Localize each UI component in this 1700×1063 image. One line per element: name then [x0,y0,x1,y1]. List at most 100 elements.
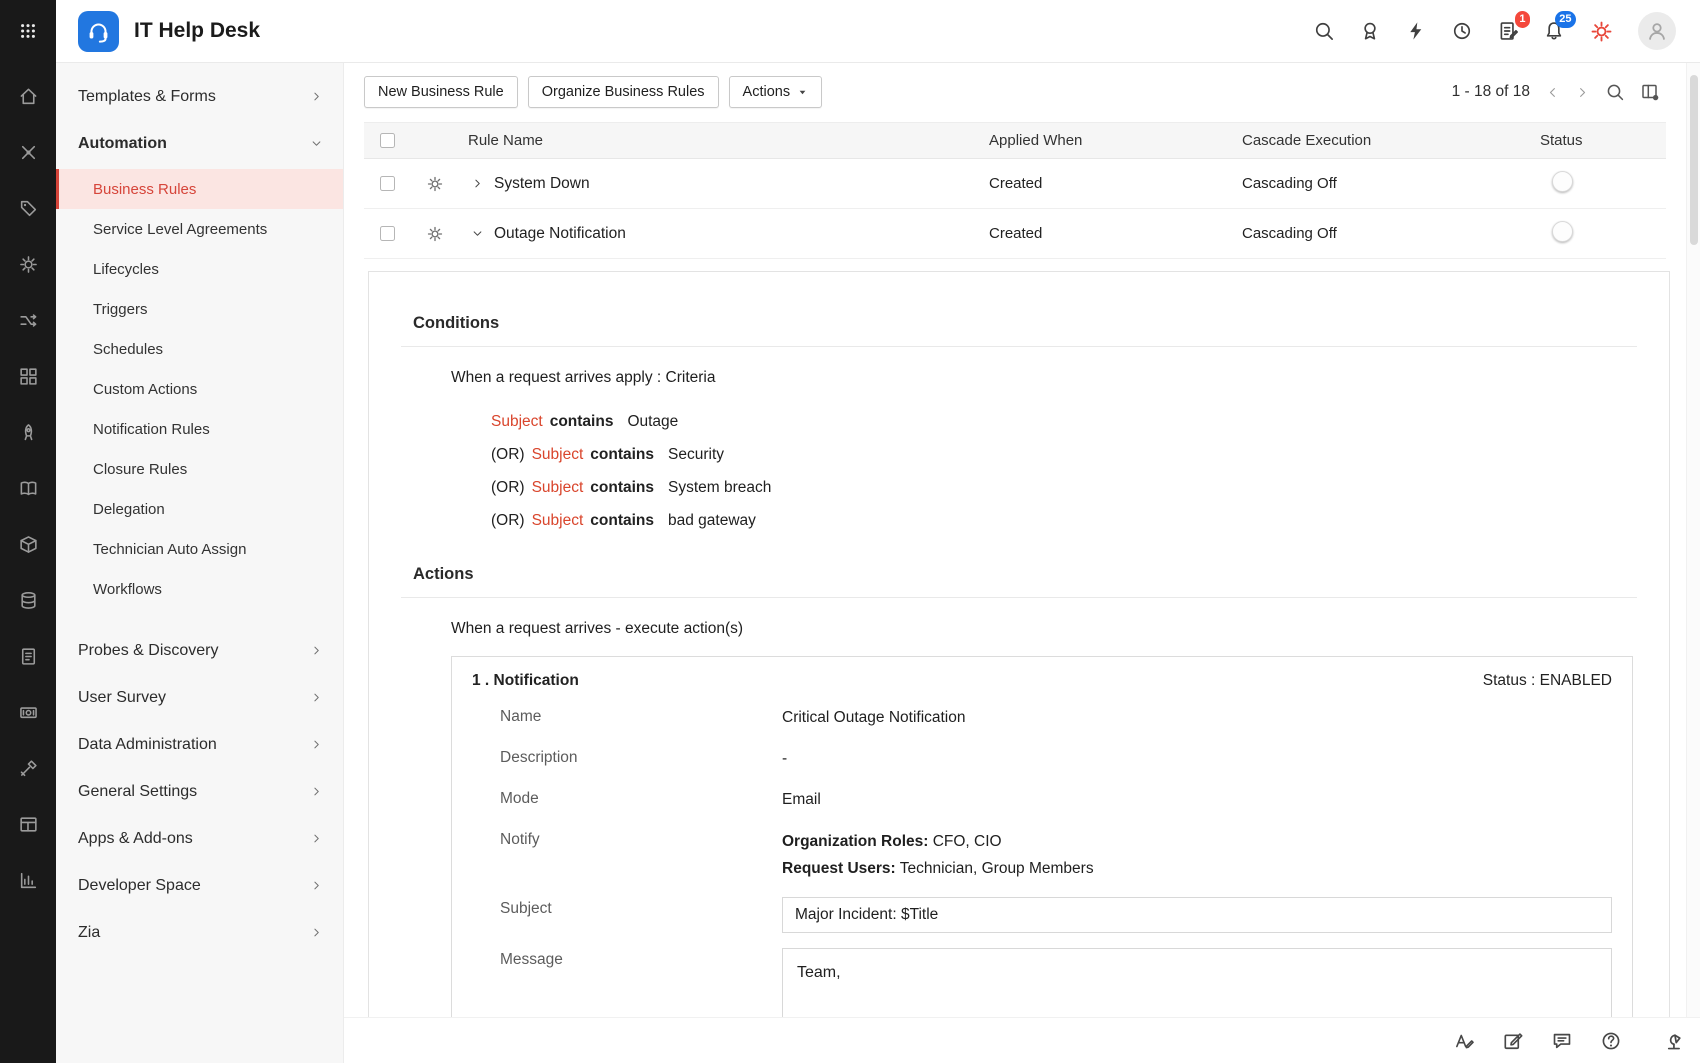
sidebar-group-user-survey[interactable]: User Survey [56,674,343,721]
design-icon[interactable] [0,124,56,180]
rule-name[interactable]: Outage Notification [494,225,989,243]
apps-grid-icon[interactable] [0,0,56,62]
app-logo-icon[interactable] [78,11,119,52]
pagination: 1 - 18 of 18 [1452,82,1660,102]
select-all-checkbox[interactable] [380,133,395,148]
brand: IT Help Desk [78,11,260,52]
condition-value: Outage [627,413,678,430]
conditions-title: Conditions [413,314,1639,333]
search-icon[interactable] [1313,20,1335,42]
history-icon[interactable] [1451,20,1473,42]
reports-icon[interactable] [0,852,56,908]
whats-new-icon[interactable] [1359,20,1381,42]
sidebar-group-zia[interactable]: Zia [56,909,343,956]
table-row[interactable]: System Down Created Cascading Off [364,159,1666,209]
sidebar-group-probes-discovery[interactable]: Probes & Discovery [56,627,343,674]
list-search-icon[interactable] [1605,82,1625,102]
sidebar-group-label: Apps & Add-ons [78,830,193,848]
sidebar-item-label: Service Level Agreements [93,221,267,238]
edit-icon[interactable] [1453,1030,1475,1052]
sidebar-item-service-level-agreements[interactable]: Service Level Agreements [56,209,343,249]
topbar-icons: 1 25 [1313,12,1676,50]
billing-icon[interactable] [0,628,56,684]
tools-icon[interactable] [0,740,56,796]
knowledge-icon[interactable] [0,460,56,516]
sidebar-item-notification-rules[interactable]: Notification Rules [56,409,343,449]
sidebar-item-schedules[interactable]: Schedules [56,329,343,369]
vertical-scrollbar[interactable] [1686,63,1700,1017]
modules-icon[interactable] [0,348,56,404]
rule-settings-icon[interactable] [426,175,444,193]
layout-icon[interactable] [0,796,56,852]
home-icon[interactable] [0,68,56,124]
condition-field-link[interactable]: Subject [532,512,584,529]
launch-icon[interactable] [0,404,56,460]
condition-row: (OR)SubjectcontainsSystem breach [491,471,1639,504]
sidebar-item-closure-rules[interactable]: Closure Rules [56,449,343,489]
divider [401,346,1637,347]
rule-settings-icon[interactable] [426,225,444,243]
scrollbar-thumb[interactable] [1690,75,1698,245]
quick-actions-icon[interactable] [1405,20,1427,42]
sidebar-item-technician-auto-assign[interactable]: Technician Auto Assign [56,529,343,569]
col-applied-when[interactable]: Applied When [989,132,1242,149]
col-rule-name[interactable]: Rule Name [410,132,989,149]
sidebar-item-delegation[interactable]: Delegation [56,489,343,529]
collapse-chevron-down-icon[interactable] [471,227,484,240]
rule-name[interactable]: System Down [494,175,989,193]
column-settings-icon[interactable] [1640,82,1660,102]
table-row[interactable]: Outage Notification Created Cascading Of… [364,209,1666,259]
app-window: IT Help Desk 1 25 [0,0,1700,1063]
help-icon[interactable] [1600,1030,1622,1052]
sidebar-item-lifecycles[interactable]: Lifecycles [56,249,343,289]
sidebar-item-label: Workflows [93,581,162,598]
condition-field-link[interactable]: Subject [532,446,584,463]
next-page-icon[interactable] [1575,85,1590,100]
sidebar-item-custom-actions[interactable]: Custom Actions [56,369,343,409]
settings-gear-icon[interactable] [1589,19,1614,44]
sidebar-group-templates-forms[interactable]: Templates & Forms [56,73,343,120]
sidebar-group-automation[interactable]: Automation [56,120,343,167]
sidebar-group-data-administration[interactable]: Data Administration [56,721,343,768]
subject-input[interactable]: Major Incident: $Title [782,897,1612,933]
notification-fields: NameCritical Outage NotificationDescript… [472,705,1612,813]
approvals-icon[interactable]: 1 [1497,20,1519,42]
condition-field-link[interactable]: Subject [491,413,543,430]
sidebar-item-triggers[interactable]: Triggers [56,289,343,329]
actions-dropdown-button[interactable]: Actions [729,76,823,108]
pagination-text: 1 - 18 of 18 [1452,83,1530,101]
cash-icon[interactable] [0,684,56,740]
notification-heading: 1 . Notification [472,672,579,690]
condition-value: System breach [668,479,771,496]
prev-page-icon[interactable] [1545,85,1560,100]
expand-chevron-right-icon[interactable] [471,177,484,190]
assets-icon[interactable] [0,516,56,572]
organize-business-rules-button[interactable]: Organize Business Rules [528,76,719,108]
user-avatar[interactable] [1638,12,1676,50]
sidebar-group-general-settings[interactable]: General Settings [56,768,343,815]
shuffle-icon[interactable] [0,292,56,348]
new-business-rule-button[interactable]: New Business Rule [364,76,518,108]
row-checkbox[interactable] [380,226,395,241]
tags-icon[interactable] [0,180,56,236]
notifications-bell-icon[interactable]: 25 [1543,20,1565,42]
caret-down-icon [797,87,808,98]
sidebar-group-apps-add-ons[interactable]: Apps & Add-ons [56,815,343,862]
condition-operator: (OR) [491,512,525,529]
sidebar-group-developer-space[interactable]: Developer Space [56,862,343,909]
condition-operator: (OR) [491,479,525,496]
sidebar-item-business-rules[interactable]: Business Rules [56,169,343,209]
row-checkbox[interactable] [380,176,395,191]
business-rules-table: Rule Name Applied When Cascade Execution… [364,122,1666,259]
sidebar-item-workflows[interactable]: Workflows [56,569,343,609]
condition-operator: (OR) [491,446,525,463]
col-status[interactable]: Status [1540,132,1666,149]
compose-icon[interactable] [1502,1030,1524,1052]
database-icon[interactable] [0,572,56,628]
zia-lamp-icon[interactable] [1663,1029,1686,1052]
notifications-badge: 25 [1555,11,1576,28]
col-cascade-execution[interactable]: Cascade Execution [1242,132,1540,149]
services-icon[interactable] [0,236,56,292]
chat-icon[interactable] [1551,1030,1573,1052]
condition-field-link[interactable]: Subject [532,479,584,496]
